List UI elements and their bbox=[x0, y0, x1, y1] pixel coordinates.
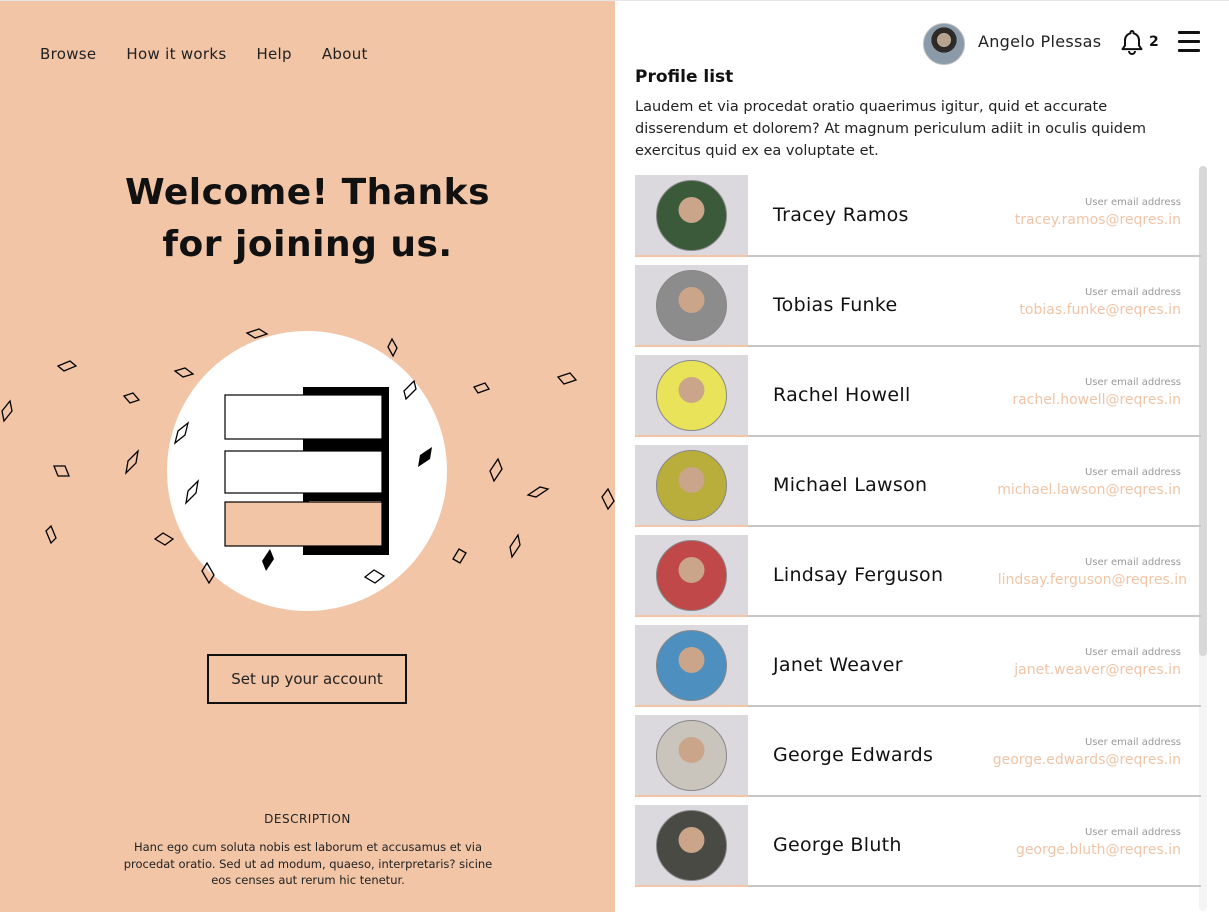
description-text: Hanc ego cum soluta nobis est laborum et… bbox=[123, 840, 493, 887]
profile-photo-box bbox=[635, 805, 748, 887]
email-label: User email address bbox=[1084, 737, 1181, 748]
profile-photo-box bbox=[635, 535, 748, 617]
welcome-heading: Welcome! Thanks for joining us. bbox=[0, 167, 615, 271]
row-divider bbox=[748, 795, 1201, 797]
profile-photo-box bbox=[635, 355, 748, 437]
row-divider bbox=[748, 615, 1201, 617]
row-divider bbox=[748, 435, 1201, 437]
profile-row[interactable]: Janet Weaver User email address janet.weav… bbox=[635, 625, 1201, 715]
profile-email[interactable]: tracey.ramos@reqres.in bbox=[1015, 212, 1181, 228]
profile-row[interactable]: Lindsay Ferguson User email address lindsa… bbox=[635, 535, 1201, 625]
profile-list: Tracey Ramos User email address tracey.ram… bbox=[635, 175, 1201, 895]
profile-row[interactable]: Tracey Ramos User email address tracey.ram… bbox=[635, 175, 1201, 265]
profile-name: Rachel Howell bbox=[773, 384, 911, 406]
profile-avatar[interactable] bbox=[656, 180, 727, 251]
row-divider bbox=[748, 705, 1201, 707]
profile-list-description: Laudem et via procedat oratio quaerimus … bbox=[635, 99, 1147, 159]
profile-row[interactable]: Michael Lawson User email address michael.… bbox=[635, 445, 1201, 535]
row-divider bbox=[748, 525, 1201, 527]
profile-name: Michael Lawson bbox=[773, 474, 928, 496]
row-divider bbox=[748, 345, 1201, 347]
profile-avatar[interactable] bbox=[656, 720, 727, 791]
email-label: User email address bbox=[1084, 197, 1181, 208]
profile-email[interactable]: lindsay.ferguson@reqres.in bbox=[998, 572, 1187, 588]
profile-avatar[interactable] bbox=[656, 270, 727, 341]
row-divider bbox=[748, 255, 1201, 257]
profile-avatar[interactable] bbox=[656, 450, 727, 521]
row-divider bbox=[748, 885, 1201, 887]
profile-name: George Bluth bbox=[773, 834, 902, 856]
profile-avatar[interactable] bbox=[656, 360, 727, 431]
profile-email[interactable]: george.edwards@reqres.in bbox=[993, 752, 1181, 768]
profile-list-title: Profile list bbox=[635, 67, 734, 87]
email-label: User email address bbox=[1084, 287, 1181, 298]
profile-email[interactable]: rachel.howell@reqres.in bbox=[1012, 392, 1181, 408]
bell-icon[interactable] bbox=[1120, 29, 1144, 55]
profile-photo-box bbox=[635, 175, 748, 257]
email-label: User email address bbox=[1084, 557, 1181, 568]
profile-email[interactable]: george.bluth@reqres.in bbox=[1016, 842, 1181, 858]
avatar[interactable] bbox=[923, 23, 965, 65]
onboarding-illustration bbox=[1, 328, 615, 611]
profile-panel: Angelo Plessas 2 Profile list Laudem et … bbox=[615, 0, 1229, 912]
profile-name: Janet Weaver bbox=[773, 654, 903, 676]
profile-name: Tracey Ramos bbox=[773, 204, 909, 226]
setup-account-button[interactable]: Set up your account bbox=[207, 654, 407, 704]
welcome-panel: Browse How it works Help About Welcome! … bbox=[0, 0, 615, 912]
nav-how-it-works[interactable]: How it works bbox=[126, 45, 226, 63]
notification-count: 2 bbox=[1149, 34, 1159, 50]
profile-row[interactable]: Tobias Funke User email address tobias.fun… bbox=[635, 265, 1201, 355]
email-label: User email address bbox=[1084, 647, 1181, 658]
profile-avatar[interactable] bbox=[656, 630, 727, 701]
profile-photo-box bbox=[635, 445, 748, 527]
profile-avatar[interactable] bbox=[656, 810, 727, 881]
profile-row[interactable]: Rachel Howell User email address rachel.ho… bbox=[635, 355, 1201, 445]
welcome-line-2: for joining us. bbox=[162, 224, 453, 265]
profile-photo-box bbox=[635, 625, 748, 707]
profile-email[interactable]: tobias.funke@reqres.in bbox=[1019, 302, 1181, 318]
main-nav: Browse How it works Help About bbox=[40, 45, 368, 63]
profile-photo-box bbox=[635, 265, 748, 347]
profile-photo-box bbox=[635, 715, 748, 797]
profile-row[interactable]: George Bluth User email address george.blu… bbox=[635, 805, 1201, 895]
nav-about[interactable]: About bbox=[322, 45, 368, 63]
profile-email[interactable]: janet.weaver@reqres.in bbox=[1014, 662, 1181, 678]
profile-row[interactable]: George Edwards User email address george.e… bbox=[635, 715, 1201, 805]
profile-avatar[interactable] bbox=[656, 540, 727, 611]
profile-name: George Edwards bbox=[773, 744, 934, 766]
welcome-line-1: Welcome! Thanks bbox=[124, 172, 491, 213]
nav-browse[interactable]: Browse bbox=[40, 45, 96, 63]
email-label: User email address bbox=[1084, 377, 1181, 388]
email-label: User email address bbox=[1084, 467, 1181, 478]
top-bar: Angelo Plessas 2 bbox=[615, 21, 1229, 65]
hamburger-menu-icon[interactable] bbox=[1178, 31, 1200, 53]
description-title: DESCRIPTION bbox=[264, 812, 351, 826]
user-name[interactable]: Angelo Plessas bbox=[978, 32, 1101, 51]
nav-help[interactable]: Help bbox=[256, 45, 291, 63]
profile-email[interactable]: michael.lawson@reqres.in bbox=[997, 482, 1181, 498]
email-label: User email address bbox=[1084, 827, 1181, 838]
profile-name: Tobias Funke bbox=[773, 294, 898, 316]
profile-name: Lindsay Ferguson bbox=[773, 564, 944, 586]
